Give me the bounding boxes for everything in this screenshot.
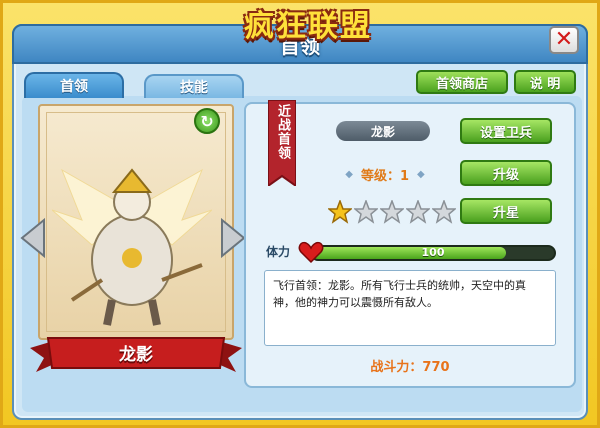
level-label: 等级：1: [360, 168, 410, 184]
hp-label: 体力: [266, 245, 291, 259]
rank-label: 近战首领: [275, 104, 290, 160]
set-guard-button[interactable]: 设置卫兵: [460, 118, 552, 144]
star-icon: [432, 200, 456, 224]
leader-shop-button[interactable]: 首领商店: [416, 70, 508, 94]
hero-name-pill: 龙影: [336, 121, 430, 141]
star-rating: [328, 200, 458, 224]
star-icon: [406, 200, 430, 224]
star-icon: [354, 200, 378, 224]
combat-power: 战斗力：770: [370, 360, 450, 375]
diamond-icon: ◆: [417, 168, 425, 180]
close-icon: ✕: [554, 27, 574, 52]
star-icon: [380, 200, 404, 224]
arrow-right-icon[interactable]: [220, 218, 246, 258]
hero-name-label: 龙影: [119, 344, 153, 365]
star-icon: [328, 200, 352, 224]
help-button[interactable]: 说 明: [514, 70, 576, 94]
upgrade-button[interactable]: 升级: [460, 160, 552, 186]
hero-description: 飞行首领：龙影。所有飞行士兵的统帅，天空中的真神，他的神力可以震慑所有敌人。: [264, 270, 556, 346]
tab-skill[interactable]: 技能: [144, 74, 244, 98]
game-logo: 疯狂联盟: [244, 9, 372, 44]
refresh-icon[interactable]: ↻: [194, 108, 220, 134]
diamond-icon: ◆: [345, 168, 353, 180]
hp-value: 100: [421, 246, 445, 259]
tab-leader[interactable]: 首领: [24, 72, 124, 98]
close-button[interactable]: ✕: [549, 26, 579, 54]
star-up-button[interactable]: 升星: [460, 198, 552, 224]
hero-portrait: [52, 168, 212, 326]
level-row: ◆ 等级：1 ◆: [330, 164, 440, 184]
arrow-left-icon[interactable]: [20, 218, 46, 258]
